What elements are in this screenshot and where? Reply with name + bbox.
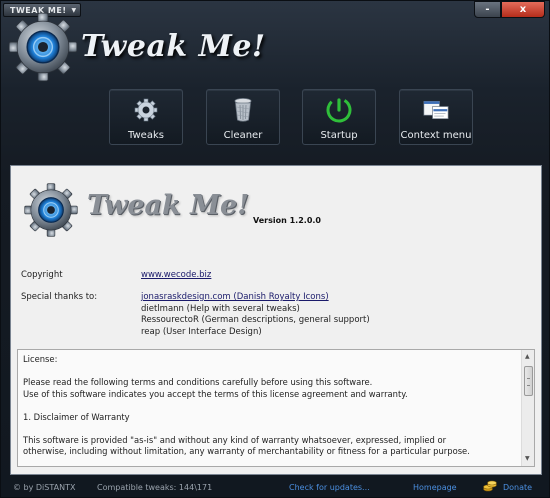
nav-startup-label: Startup <box>320 130 358 141</box>
app-window: TWEAK ME! ▼ - x Tweak Me! Tweaks Cleaner… <box>0 0 550 498</box>
version-label: Version 1.2.0.0 <box>253 216 321 225</box>
license-textbox[interactable]: License: Please read the following terms… <box>17 349 535 467</box>
license-scrollbar[interactable]: ▲ ▼ <box>521 350 534 466</box>
nav-context-menu-label: Context menu <box>400 130 472 141</box>
copyright-link[interactable]: www.wecode.biz <box>141 270 211 280</box>
scroll-down-icon[interactable]: ▼ <box>525 455 530 462</box>
window-controls: - x <box>474 1 545 18</box>
close-button[interactable]: x <box>501 1 545 18</box>
nav-cleaner-button[interactable]: Cleaner <box>206 89 280 145</box>
license-heading: License: <box>23 354 58 364</box>
about-panel: Tweak Me! Version 1.2.0.0 Copyright www.… <box>10 165 542 475</box>
check-updates-link[interactable]: Check for updates... <box>289 483 370 492</box>
context-menu-icon <box>423 97 449 123</box>
coins-icon <box>483 480 497 494</box>
nav-tweaks-button[interactable]: Tweaks <box>109 89 183 145</box>
nav-cleaner-label: Cleaner <box>223 130 263 141</box>
nav-startup-button[interactable]: Startup <box>302 89 376 145</box>
thanks-item: dietlmann (Help with several tweaks) <box>141 303 300 314</box>
gear-icon <box>133 97 159 123</box>
copyright-label: Copyright <box>21 270 63 280</box>
thanks-list: jonasraskdesign.com (Danish Royalty Icon… <box>141 292 370 338</box>
scroll-thumb[interactable] <box>524 366 533 396</box>
app-logo-text: Tweak Me! <box>81 29 266 64</box>
license-text: License: Please read the following terms… <box>23 354 518 458</box>
power-icon <box>326 97 352 123</box>
about-logo-text: Tweak Me! <box>87 190 250 221</box>
thanks-item: RessourectoR (German descriptions, gener… <box>141 315 370 325</box>
license-line: otherwise, including without limitation,… <box>23 446 470 456</box>
thanks-label: Special thanks to: <box>21 292 98 302</box>
about-gear-logo-icon <box>24 183 78 237</box>
license-line: Use of this software indicates you accep… <box>23 388 408 399</box>
compatible-tweaks-label: Compatible tweaks: 144\171 <box>97 483 213 492</box>
license-line: This software is provided "as-is" and wi… <box>23 434 447 445</box>
homepage-link[interactable]: Homepage <box>413 483 457 492</box>
trash-icon <box>230 97 256 123</box>
license-line: Please read the following terms and cond… <box>23 377 373 387</box>
scroll-up-icon[interactable]: ▲ <box>525 353 530 360</box>
license-section-title: 1. Disclaimer of Warranty <box>23 411 130 422</box>
nav-context-menu-button[interactable]: Context menu <box>399 89 473 145</box>
thanks-link-jonasraskdesign[interactable]: jonasraskdesign.com (Danish Royalty Icon… <box>141 292 370 304</box>
minimize-button[interactable]: - <box>474 1 501 18</box>
footer-copyright: © by DiSTANTX <box>13 483 76 492</box>
thanks-item: reap (User Interface Design) <box>141 326 262 337</box>
footer-bar: © by DiSTANTX Compatible tweaks: 144\171… <box>1 479 549 497</box>
gear-logo-icon <box>8 12 78 82</box>
donate-link[interactable]: Donate <box>503 483 532 492</box>
nav-tweaks-label: Tweaks <box>128 130 164 141</box>
